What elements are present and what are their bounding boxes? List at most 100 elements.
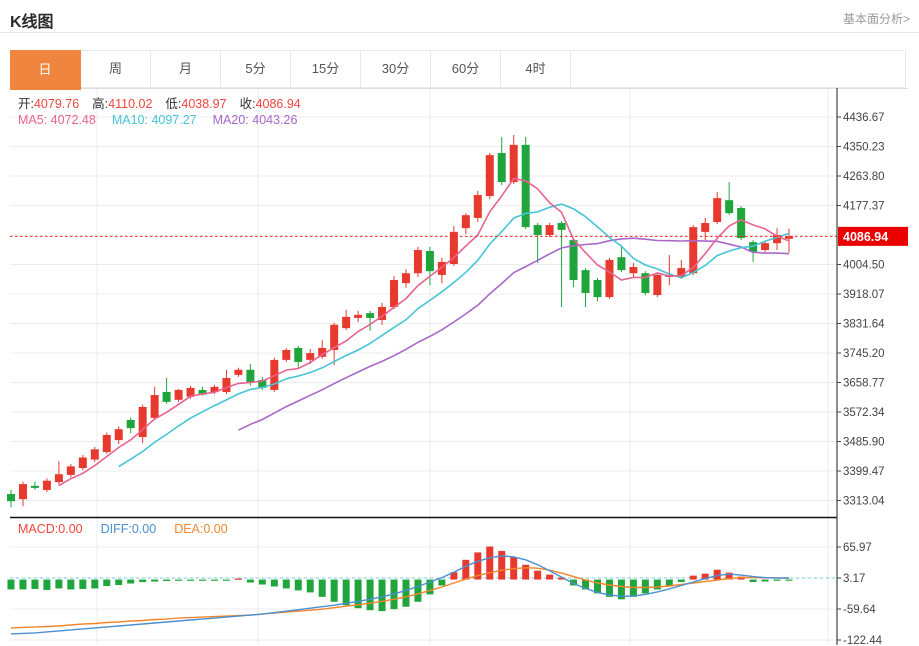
close-label: 收:: [239, 97, 256, 111]
candlestick: [581, 268, 590, 307]
page-title: K线图: [10, 14, 54, 31]
candlestick: [54, 461, 63, 485]
low-value: 4038.97: [181, 97, 227, 111]
ma5-line: [58, 177, 790, 487]
candlestick: [7, 489, 15, 508]
candlestick: [725, 182, 734, 216]
candlestick: [30, 481, 39, 490]
ma20-line: [238, 237, 790, 431]
dea-line: [10, 566, 789, 629]
low-label: 低:: [165, 97, 182, 111]
candlestick: [330, 322, 339, 366]
kline-page: 4436.67 4350.23 4263.80 4177.37 4004.50 3918.…: [0, 0, 919, 646]
candlestick: [90, 446, 99, 462]
candlestick: [162, 377, 171, 404]
candlestick: [342, 309, 351, 331]
candlestick: [497, 137, 506, 186]
candlestick: [366, 311, 375, 331]
candlestick: [18, 481, 27, 507]
diff-line: [10, 555, 790, 635]
candlestick: [413, 246, 422, 277]
fundamental-analysis-link[interactable]: 基本面分析>: [843, 10, 910, 27]
axis-tick-label: 3313.04: [843, 496, 885, 508]
candlestick: [222, 369, 231, 395]
dea-value: DEA:0.00: [174, 522, 228, 536]
tab-15min[interactable]: 15分: [291, 51, 361, 87]
candlestick: [509, 134, 518, 185]
candlestick: [653, 272, 662, 298]
axis-tick-label: 3658.77: [843, 378, 885, 390]
candlestick: [473, 190, 482, 223]
candlestick: [737, 205, 746, 241]
tab-month[interactable]: 月: [151, 51, 221, 87]
axis-tick-label: 3831.64: [843, 318, 885, 330]
open-value: 4079.76: [33, 97, 80, 111]
ma5-value: MA5: 4072.48: [18, 113, 96, 127]
axis-tick-label: 3918.07: [843, 289, 885, 301]
tab-day[interactable]: 日: [10, 50, 81, 90]
axis-tick-label: -122.44: [843, 635, 883, 646]
axis-tick-label: 65.97: [843, 542, 872, 554]
axis-tick-label: 3572.34: [843, 407, 885, 419]
tab-week[interactable]: 周: [81, 51, 151, 87]
candlestick: [545, 223, 554, 238]
close-value: 4086.94: [255, 97, 301, 111]
candlestick: [401, 269, 410, 288]
macd-value: MACD:0.00: [18, 522, 83, 536]
header-divider: [0, 32, 919, 33]
ma20-value: MA20: 4043.26: [212, 113, 298, 127]
axis-tick-label: -59.64: [843, 604, 876, 616]
macd-pane: [7, 546, 837, 635]
candlestick: [605, 257, 614, 300]
current-price-tag: 4086.94: [838, 226, 908, 246]
candlestick: [354, 310, 363, 323]
axis-tick-label: 4350.23: [843, 142, 885, 154]
candlestick: [174, 388, 183, 402]
candlestick: [665, 255, 674, 286]
axis-tick-label: 4436.67: [843, 112, 885, 124]
axis-tick-label: 4177.37: [843, 201, 885, 213]
candlestick: [713, 191, 722, 225]
candles-layer: [7, 134, 793, 508]
ohlc-info-bar: 开:4079.76 高:4110.02 低:4038.97 收:4086.94: [18, 93, 301, 112]
candlestick: [66, 463, 75, 478]
grid-lines: [10, 88, 908, 645]
candlestick: [150, 386, 159, 420]
candlestick: [641, 271, 650, 296]
axis-tick-label: 3485.90: [843, 437, 885, 449]
candlestick: [282, 347, 291, 362]
current-price-tag-text: 4086.94: [843, 230, 888, 244]
axis-tick-label: 3399.47: [843, 466, 885, 478]
candlestick: [437, 257, 446, 284]
ma-info-bar: MA5: 4072.48 MA10: 4097.27 MA20: 4043.26: [18, 113, 297, 127]
tab-30min[interactable]: 30分: [361, 51, 431, 87]
open-label: 开:: [18, 97, 34, 111]
axis-tick-label: 4263.80: [843, 171, 885, 183]
ma10-value: MA10: 4097.27: [111, 113, 197, 127]
axis-tick-label: 4004.50: [843, 260, 885, 272]
candlestick: [390, 275, 399, 310]
high-value: 4110.02: [108, 97, 153, 111]
candlestick: [485, 153, 494, 200]
candlestick: [42, 478, 51, 492]
candlestick: [234, 367, 243, 377]
candlestick: [102, 432, 111, 454]
diff-value: DIFF:0.00: [100, 522, 157, 536]
candlestick: [78, 455, 87, 471]
macd-info-bar: MACD:0.00 DIFF:0.00 DEA:0.00: [18, 522, 228, 536]
candlestick: [593, 277, 602, 302]
macd-histogram: [7, 546, 793, 612]
tab-60min[interactable]: 60分: [431, 51, 501, 87]
axis-tick-label: 3.17: [843, 573, 865, 585]
candlestick: [126, 417, 135, 434]
tab-5min[interactable]: 5分: [221, 51, 291, 87]
candlestick: [138, 404, 147, 444]
candlestick: [629, 262, 638, 277]
y-axis: 4436.67 4350.23 4263.80 4177.37 4004.50 3918.…: [836, 88, 885, 646]
interval-tab-bar: 日 周 月 5分 15分 30分 60分 4时: [10, 50, 906, 90]
axis-tick-label: 3745.20: [843, 348, 885, 360]
candlestick: [294, 345, 303, 368]
tab-4hour[interactable]: 4时: [501, 51, 571, 87]
candlestick: [533, 223, 542, 263]
high-label: 高:: [92, 97, 109, 111]
